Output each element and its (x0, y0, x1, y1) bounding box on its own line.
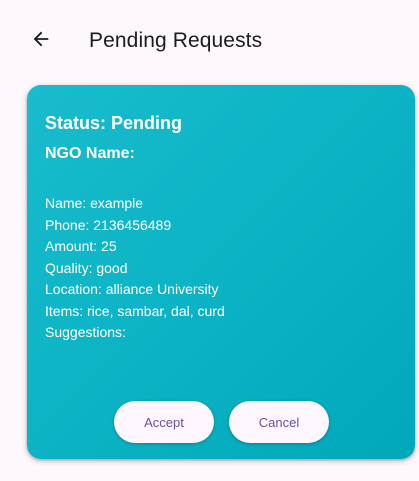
detail-items: Items: rice, sambar, dal, curd (45, 302, 225, 319)
app-bar: Pending Requests (0, 0, 419, 84)
accept-button[interactable]: Accept (114, 401, 214, 443)
detail-location: Location: alliance University (45, 281, 219, 297)
request-card: Status: Pending NGO Name: Name: example … (27, 85, 415, 459)
back-button[interactable] (26, 26, 56, 56)
detail-phone: Phone: 2136456489 (45, 216, 172, 233)
page-title: Pending Requests (89, 29, 263, 52)
arrow-left-icon (30, 28, 52, 55)
detail-suggestions: Suggestions: (45, 324, 126, 340)
screen: Pending Requests Status: Pending NGO Nam… (0, 0, 419, 481)
status-text: Status: Pending (45, 113, 183, 133)
detail-name: Name: example (45, 195, 144, 211)
detail-amount: Amount: 25 (45, 238, 117, 254)
cancel-button[interactable]: Cancel (229, 401, 329, 443)
ngo-name: NGO Name: (45, 145, 135, 162)
detail-quality: Quality: good (45, 259, 128, 276)
request-details: Name: example Phone: 2136456489 Amount: … (45, 193, 225, 344)
